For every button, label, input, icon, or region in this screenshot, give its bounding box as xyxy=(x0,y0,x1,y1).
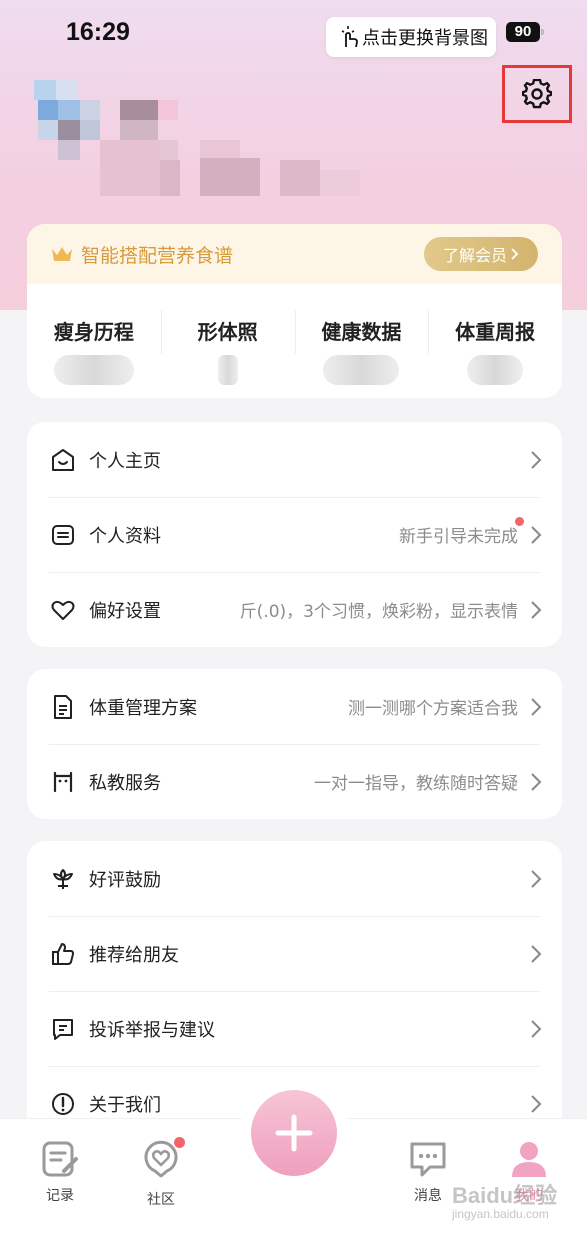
stat-label: 体重周报 xyxy=(455,320,536,344)
menu-value: 新手引导未完成 xyxy=(399,527,518,547)
user-profile-icon xyxy=(512,1142,546,1177)
menu-label: 个人主页 xyxy=(89,450,161,472)
chevron-right-icon xyxy=(531,944,542,963)
vip-title: 智能搭配营养食谱 xyxy=(81,244,234,267)
tooltip-text: 点击更换背景图 xyxy=(362,28,488,49)
message-bubble-icon xyxy=(410,1142,446,1177)
crown-icon xyxy=(52,247,72,261)
username-blurred xyxy=(100,140,360,200)
status-bar: 16:29 90 点击更换背景图 xyxy=(0,0,587,64)
stat-body-photos[interactable]: 形体照 xyxy=(160,284,295,398)
stat-value-blurred xyxy=(467,355,524,385)
menu-group-services: 体重管理方案 测一测哪个方案适合我 私教服务 一对一指导，教练随时答疑 xyxy=(27,669,562,819)
menu-item-recommend-friends[interactable]: 推荐给朋友 xyxy=(27,916,562,991)
stat-label: 瘦身历程 xyxy=(53,320,134,344)
chevron-right-icon xyxy=(531,600,542,619)
tab-community[interactable]: 社区 xyxy=(121,1137,201,1209)
tab-label: 社区 xyxy=(147,1192,175,1208)
menu-label: 投诉举报与建议 xyxy=(89,1019,215,1041)
menu-label: 个人资料 xyxy=(89,525,161,547)
profile-card-icon xyxy=(49,521,77,549)
vip-stats-card: 智能搭配营养食谱 了解会员 瘦身历程 形体照 健康数据 体重周报 xyxy=(27,224,562,398)
menu-item-personal-homepage[interactable]: 个人主页 xyxy=(27,422,562,497)
change-background-tooltip[interactable]: 点击更换背景图 xyxy=(326,17,496,57)
menu-item-weight-plan[interactable]: 体重管理方案 测一测哪个方案适合我 xyxy=(27,669,562,744)
chevron-right-icon xyxy=(511,248,519,260)
heart-icon xyxy=(49,596,77,624)
stat-label: 健康数据 xyxy=(321,320,402,344)
add-record-button[interactable] xyxy=(251,1090,337,1176)
tab-label: 记录 xyxy=(46,1188,74,1204)
menu-item-complaint-feedback[interactable]: 投诉举报与建议 xyxy=(27,991,562,1066)
vip-learn-more-button[interactable]: 了解会员 xyxy=(424,237,538,271)
tab-label: 消息 xyxy=(414,1188,442,1204)
chevron-right-icon xyxy=(531,772,542,791)
watermark: Baidu经验 xyxy=(452,1183,558,1208)
menu-group-profile: 个人主页 个人资料 新手引导未完成 偏好设置 斤(.0)，3个习惯，焕彩粉，显示… xyxy=(27,422,562,647)
stats-row: 瘦身历程 形体照 健康数据 体重周报 xyxy=(27,284,562,398)
feedback-icon xyxy=(49,1015,77,1043)
chevron-right-icon xyxy=(531,525,542,544)
plus-icon xyxy=(275,1114,313,1152)
stat-value-blurred xyxy=(323,355,400,385)
community-icon-wrap xyxy=(141,1137,185,1183)
menu-value: 一对一指导，教练随时答疑 xyxy=(314,774,518,794)
stat-label: 形体照 xyxy=(197,320,258,344)
battery-indicator: 90 xyxy=(506,22,544,42)
document-icon xyxy=(49,693,77,721)
stat-health-data[interactable]: 健康数据 xyxy=(294,284,429,398)
stat-value-blurred xyxy=(53,355,134,385)
menu-label: 私教服务 xyxy=(89,772,161,794)
menu-item-rate-us[interactable]: 好评鼓励 xyxy=(27,841,562,916)
chevron-right-icon xyxy=(531,1019,542,1038)
menu-item-personal-coach[interactable]: 私教服务 一对一指导，教练随时答疑 xyxy=(27,744,562,819)
chevron-right-icon xyxy=(531,869,542,888)
tap-hand-icon xyxy=(341,26,358,48)
menu-value: 测一测哪个方案适合我 xyxy=(348,699,518,719)
stat-weekly-weight-report[interactable]: 体重周报 xyxy=(428,284,562,398)
info-icon xyxy=(49,1090,77,1118)
menu-item-preferences[interactable]: 偏好设置 斤(.0)，3个习惯，焕彩粉，显示表情 xyxy=(27,572,562,647)
chevron-right-icon xyxy=(531,450,542,469)
menu-label: 关于我们 xyxy=(89,1094,161,1116)
gear-icon xyxy=(522,79,552,109)
settings-button[interactable] xyxy=(502,65,572,123)
stat-value-blurred xyxy=(217,355,238,385)
thumbs-up-icon xyxy=(49,940,77,968)
menu-value: 斤(.0)，3个习惯，焕彩粉，显示表情 xyxy=(239,602,518,622)
menu-item-personal-info[interactable]: 个人资料 新手引导未完成 xyxy=(27,497,562,572)
menu-label: 体重管理方案 xyxy=(89,697,197,719)
menu-label: 偏好设置 xyxy=(89,600,161,622)
chevron-right-icon xyxy=(531,1094,542,1113)
status-time: 16:29 xyxy=(66,18,130,46)
menu-label: 推荐给朋友 xyxy=(89,944,179,966)
notification-dot xyxy=(174,1137,185,1148)
chevron-right-icon xyxy=(531,697,542,716)
vip-button-label: 了解会员 xyxy=(442,246,507,265)
menu-label: 好评鼓励 xyxy=(89,869,161,891)
record-edit-icon xyxy=(42,1141,78,1177)
home-smile-icon xyxy=(49,446,77,474)
watermark-url: jingyan.baidu.com xyxy=(452,1207,549,1221)
tab-record[interactable]: 记录 xyxy=(20,1139,100,1205)
flower-icon xyxy=(49,865,77,893)
vip-banner[interactable]: 智能搭配营养食谱 了解会员 xyxy=(27,224,562,284)
stat-weight-loss-journey[interactable]: 瘦身历程 xyxy=(27,284,161,398)
coach-icon xyxy=(49,768,77,796)
notification-dot xyxy=(515,517,524,526)
